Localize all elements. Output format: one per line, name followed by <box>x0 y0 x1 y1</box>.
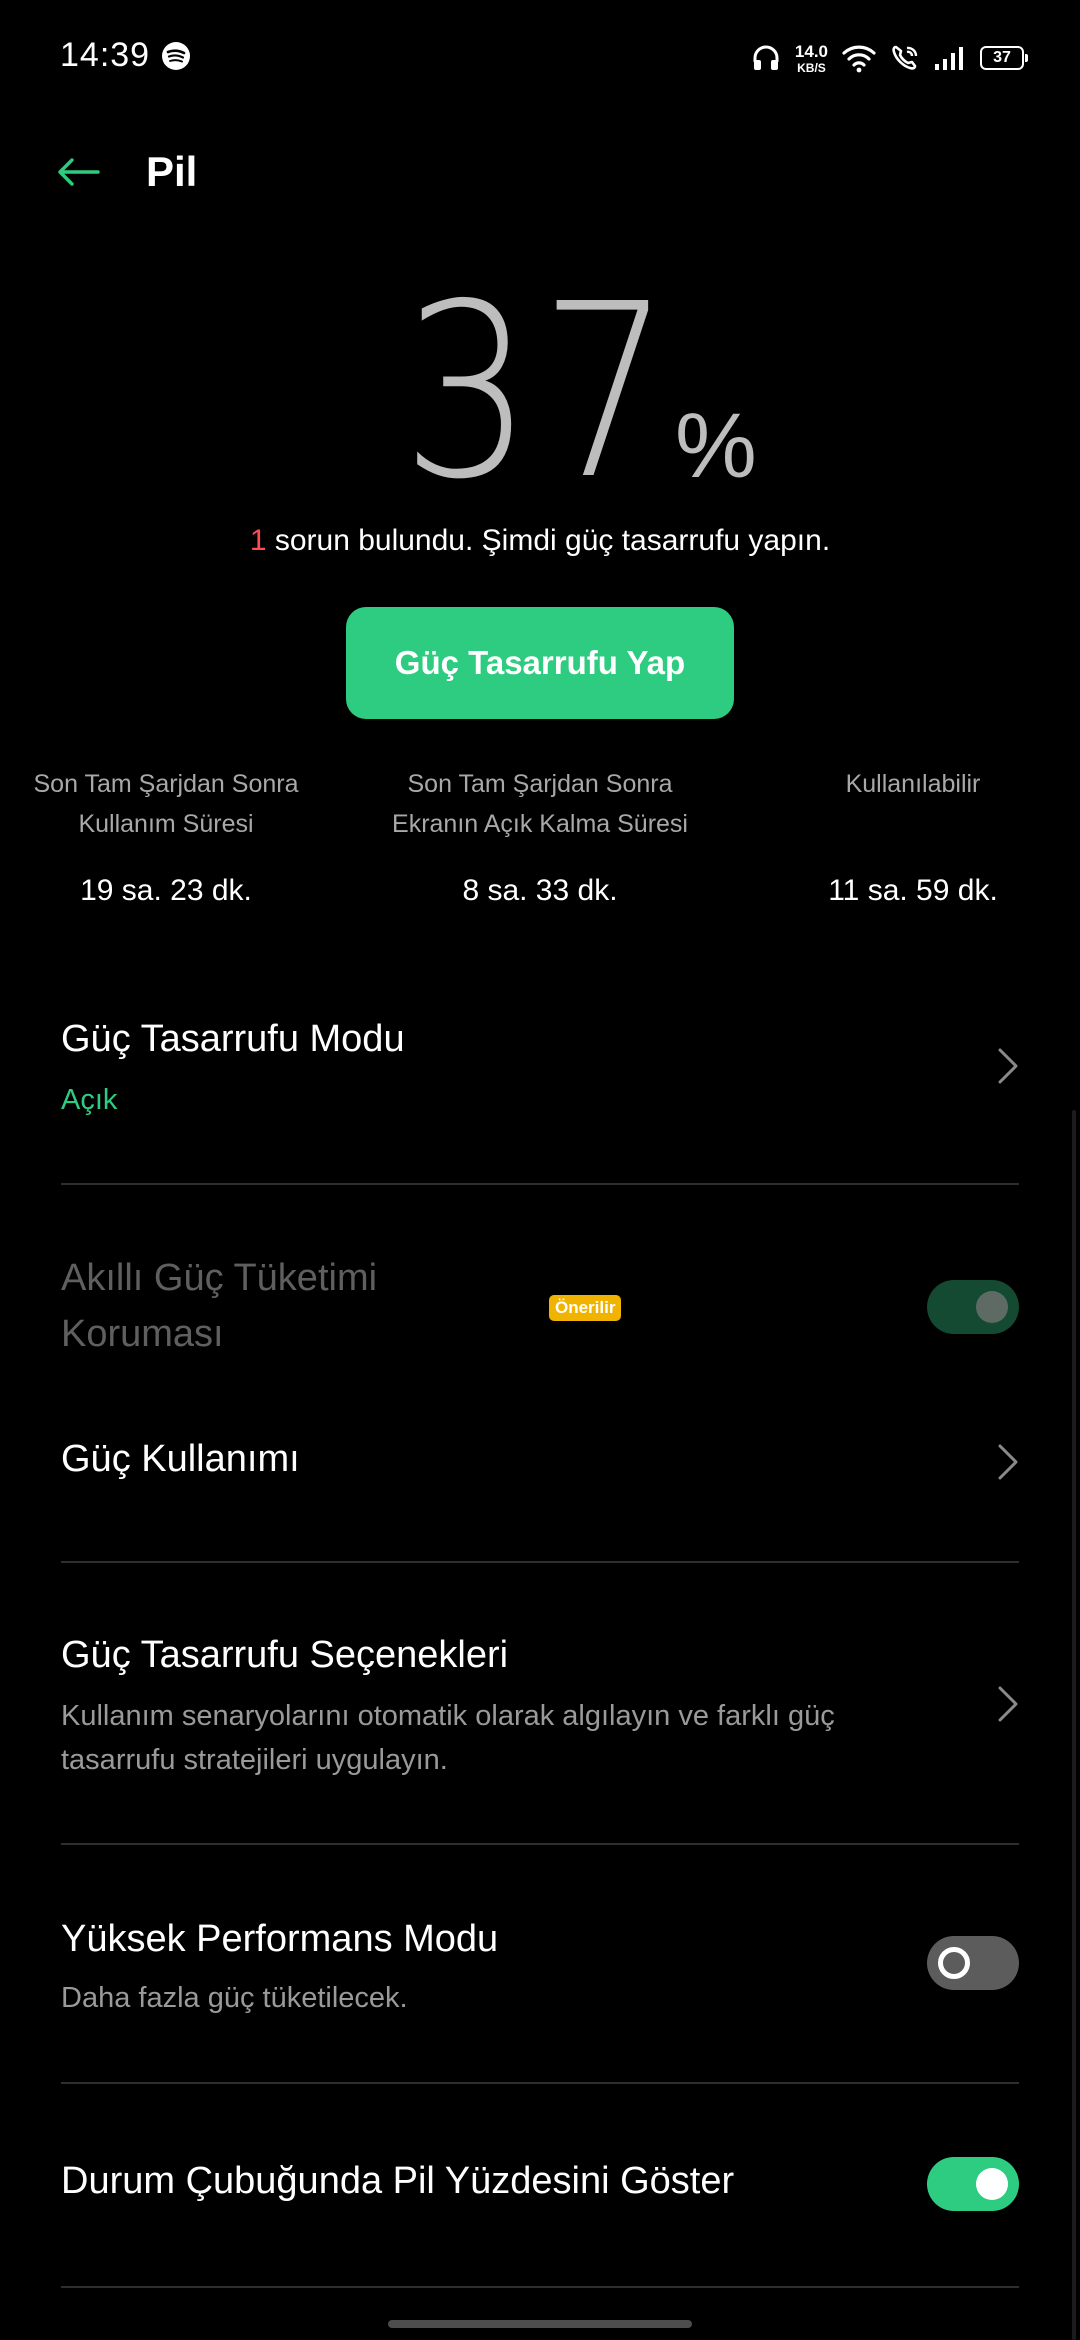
description-line: Kullanım senaryolarını otomatik olarak a… <box>61 1700 835 1732</box>
smart-protection-title: Akıllı Güç Tüketimi Koruması <box>61 1250 377 1362</box>
power-saving-options-title: Güç Tasarrufu Seçenekleri <box>61 1634 509 1676</box>
high-performance-row[interactable]: Yüksek Performans Modu Daha fazla güç tü… <box>0 1880 1080 2080</box>
wifi-call-icon <box>892 45 918 70</box>
high-performance-title: Yüksek Performans Modu <box>61 1918 499 1960</box>
home-indicator[interactable] <box>388 2320 692 2328</box>
power-saving-options-row[interactable]: Güç Tasarrufu Seçenekleri Kullanım senar… <box>0 1600 1080 1840</box>
usage-stats: Son Tam Şarjdan Sonra Kullanım Süresi 19… <box>0 764 1080 914</box>
network-speed-value: 14.0 <box>794 41 828 61</box>
stat-label-line: Ekranın Açık Kalma Süresi <box>392 810 688 838</box>
description-line: tasarrufu stratejileri uygulayın. <box>61 1744 448 1776</box>
issue-text: sorun bulundu. Şimdi güç tasarrufu yapın… <box>266 524 831 557</box>
status-icons: 14.0 KB/S 37 <box>751 38 1028 78</box>
toggle-knob <box>976 1291 1008 1323</box>
battery-icon: 37 <box>980 46 1028 70</box>
battery-percent: 37 <box>401 252 679 532</box>
power-saving-mode-status: Açık <box>61 1084 118 1116</box>
page-title: Pil <box>146 148 198 195</box>
stat-screen-on-time: Son Tam Şarjdan Sonra Ekranın Açık Kalma… <box>370 764 710 908</box>
chevron-right-icon <box>998 1444 1018 1480</box>
stat-value: 8 sa. 33 dk. <box>462 874 618 907</box>
stat-label-line: Son Tam Şarjdan Sonra <box>407 770 673 798</box>
issue-count: 1 <box>249 524 267 557</box>
divider <box>61 1843 1019 1845</box>
save-power-button[interactable]: Güç Tasarrufu Yap <box>346 607 734 719</box>
issue-message: 1 sorun bulundu. Şimdi güç tasarrufu yap… <box>0 524 1080 558</box>
stat-usage-time: Son Tam Şarjdan Sonra Kullanım Süresi 19… <box>0 764 336 908</box>
battery-settings-screen: 14:39 14.0 KB/S 37 Pil 37 % 1 sorun bulu… <box>0 0 1080 2340</box>
status-time: 14:39 <box>60 36 151 74</box>
smart-protection-title-line: Koruması <box>61 1313 224 1355</box>
chevron-right-icon <box>998 1048 1018 1084</box>
smart-protection-toggle <box>927 1280 1019 1334</box>
stat-label: Son Tam Şarjdan Sonra Ekranın Açık Kalma… <box>370 764 710 844</box>
stat-label-line: Son Tam Şarjdan Sonra <box>33 770 299 798</box>
stat-label-line: Kullanım Süresi <box>78 810 254 838</box>
headphones-icon <box>753 45 779 70</box>
divider <box>61 2286 1019 2288</box>
high-performance-description: Daha fazla güç tüketilecek. <box>61 1982 408 2014</box>
app-bar: Pil <box>0 132 1080 212</box>
divider <box>61 1561 1019 1563</box>
battery-level-display: 37 % <box>0 252 1080 532</box>
chevron-right-icon <box>998 1686 1018 1722</box>
stat-label: Kullanılabilir <box>743 764 1080 844</box>
power-usage-title: Güç Kullanımı <box>61 1438 300 1480</box>
show-percentage-title: Durum Çubuğunda Pil Yüzdesini Göster <box>61 2160 735 2202</box>
back-button[interactable] <box>52 146 104 198</box>
network-speed: 14.0 KB/S <box>795 43 828 74</box>
power-saving-mode-row[interactable]: Güç Tasarrufu Modu Açık <box>0 990 1080 1186</box>
divider <box>61 1183 1019 1185</box>
smart-protection-title-line: Akıllı Güç Tüketimi <box>61 1257 378 1299</box>
network-speed-unit: KB/S <box>797 60 826 75</box>
stat-label: Son Tam Şarjdan Sonra Kullanım Süresi <box>0 764 336 844</box>
divider <box>61 2082 1019 2084</box>
high-performance-toggle[interactable] <box>927 1936 1019 1990</box>
power-saving-options-description: Kullanım senaryolarını otomatik olarak a… <box>61 1694 835 1782</box>
stat-value: 11 sa. 59 dk. <box>828 874 998 907</box>
spotify-icon <box>162 42 190 70</box>
smart-protection-row: Akıllı Güç Tüketimi Koruması Önerilir <box>0 1250 1080 1380</box>
arrow-left-icon <box>58 158 100 186</box>
battery-percent-unit: % <box>675 395 757 497</box>
status-bar: 14:39 14.0 KB/S 37 <box>0 0 1080 112</box>
power-saving-mode-title: Güç Tasarrufu Modu <box>61 1018 405 1060</box>
wifi-icon <box>842 45 876 73</box>
show-percentage-row[interactable]: Durum Çubuğunda Pil Yüzdesini Göster <box>0 2130 1080 2270</box>
toggle-knob <box>976 2168 1008 2200</box>
power-usage-row[interactable]: Güç Kullanımı <box>0 1400 1080 1560</box>
stat-label-line: Kullanılabilir <box>845 770 981 798</box>
toggle-knob <box>938 1947 970 1979</box>
recommended-badge: Önerilir <box>549 1295 622 1321</box>
stat-remaining-time: Kullanılabilir 11 sa. 59 dk. <box>743 764 1080 908</box>
stat-value: 19 sa. 23 dk. <box>80 874 252 907</box>
show-percentage-toggle[interactable] <box>927 2157 1019 2211</box>
scrollbar[interactable] <box>1072 1110 1076 2340</box>
signal-icon <box>935 47 963 70</box>
